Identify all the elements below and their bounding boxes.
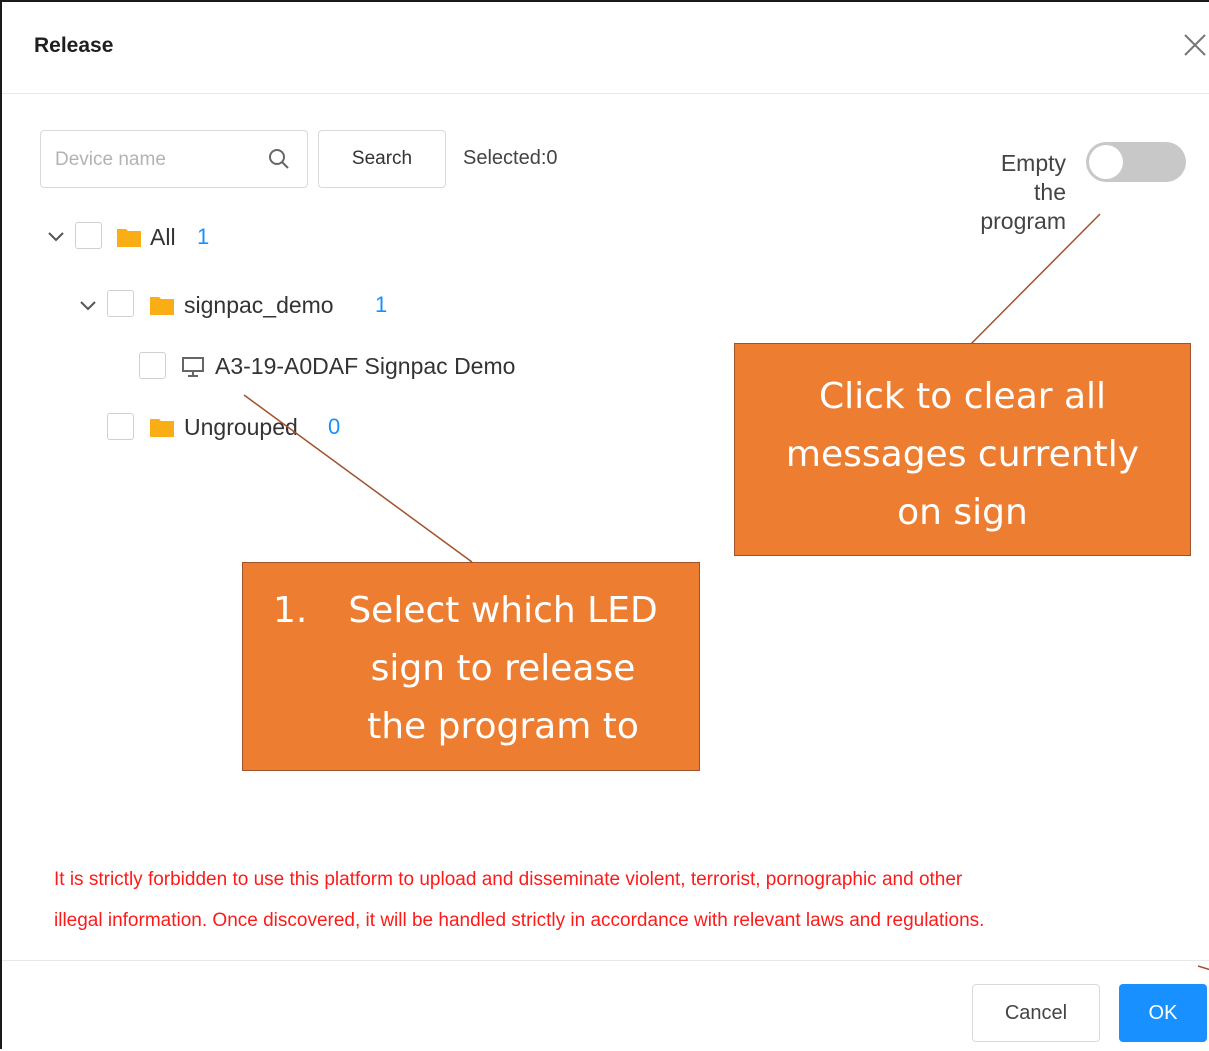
dialog-header: Release <box>2 2 1209 94</box>
toggle-knob <box>1089 145 1123 179</box>
tree-node-label[interactable]: A3-19-A0DAF Signpac Demo <box>215 353 515 380</box>
folder-icon <box>150 297 174 315</box>
callout-select-sign: 1. Select which LED sign to release the … <box>242 562 700 771</box>
tree-node-label[interactable]: Ungrouped <box>184 414 298 441</box>
tree-node-label[interactable]: All <box>150 224 176 251</box>
callout-clear-messages: Click to clear all messages currently on… <box>734 343 1191 556</box>
legal-warning: It is strictly forbidden to use this pla… <box>54 869 985 931</box>
dialog-title: Release <box>34 34 114 57</box>
checkbox-device[interactable] <box>139 352 166 379</box>
release-dialog: Release Search Selected:0 All 1 signpac_ <box>0 0 1209 1049</box>
tree-node-count: 1 <box>197 224 210 249</box>
close-icon[interactable] <box>1182 32 1208 58</box>
search-button[interactable]: Search <box>318 130 446 188</box>
search-icon[interactable] <box>267 147 291 171</box>
folder-icon <box>150 419 174 437</box>
device-name-input[interactable] <box>53 145 253 175</box>
selected-count: Selected:0 <box>463 147 558 169</box>
monitor-icon <box>182 357 204 377</box>
empty-program-toggle[interactable] <box>1086 142 1186 182</box>
tree-node-count: 0 <box>328 414 341 439</box>
empty-program-label: Empty the program <box>980 150 1066 234</box>
tree-node-label[interactable]: signpac_demo <box>184 292 334 319</box>
checkbox-all[interactable] <box>75 222 102 249</box>
checkbox-ungrouped[interactable] <box>107 413 134 440</box>
ok-button[interactable]: OK <box>1119 984 1207 1042</box>
chevron-down-icon[interactable] <box>78 295 98 315</box>
tree-node-count: 1 <box>375 292 388 317</box>
chevron-down-icon[interactable] <box>46 226 66 246</box>
cancel-button[interactable]: Cancel <box>972 984 1100 1042</box>
checkbox-signpac-demo[interactable] <box>107 290 134 317</box>
folder-icon <box>117 229 141 247</box>
footer-divider <box>2 960 1209 961</box>
